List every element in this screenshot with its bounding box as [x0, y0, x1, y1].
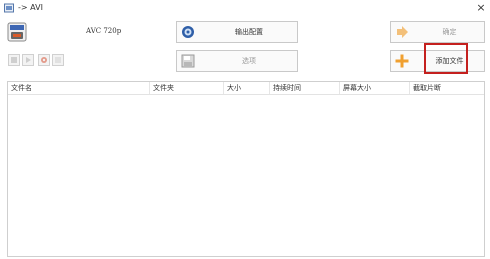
file-table[interactable]: 文件名 文件夹 大小 持续时间 屏幕大小 截取片断 — [7, 81, 485, 257]
save-icon — [181, 54, 195, 68]
column-header-folder[interactable]: 文件夹 — [150, 82, 224, 94]
options-label: 选项 — [242, 57, 256, 65]
add-file-highlight — [424, 43, 468, 74]
column-header-screen-size[interactable]: 屏幕大小 — [340, 82, 410, 94]
remove-button[interactable] — [8, 54, 20, 66]
options-button[interactable]: 选项 — [176, 50, 298, 72]
column-header-size[interactable]: 大小 — [224, 82, 270, 94]
format-label: AVC 720p — [86, 27, 122, 35]
gear-icon — [182, 26, 194, 38]
list-button[interactable] — [52, 54, 64, 66]
play-button[interactable] — [22, 54, 34, 66]
ok-label: 确定 — [442, 28, 457, 36]
output-settings-label: 输出配置 — [235, 28, 263, 36]
column-header-clip[interactable]: 截取片断 — [410, 82, 484, 94]
window-title: -> AVI — [18, 3, 43, 12]
column-header-filename[interactable]: 文件名 — [8, 82, 150, 94]
app-icon — [4, 3, 14, 13]
ok-button[interactable]: 确定 — [390, 21, 485, 43]
arrow-right-icon — [397, 26, 408, 38]
list-icon — [55, 57, 61, 63]
plus-icon — [395, 54, 409, 68]
play-icon — [26, 57, 31, 63]
settings-icon — [41, 57, 47, 63]
output-settings-button[interactable]: 输出配置 — [176, 21, 298, 43]
title-bar: -> AVI × — [0, 0, 490, 16]
avi-format-icon — [7, 22, 27, 42]
column-header-duration[interactable]: 持续时间 — [270, 82, 340, 94]
remove-icon — [11, 57, 17, 63]
table-header: 文件名 文件夹 大小 持续时间 屏幕大小 截取片断 — [8, 82, 484, 95]
close-button[interactable]: × — [474, 1, 488, 14]
settings-button[interactable] — [38, 54, 50, 66]
